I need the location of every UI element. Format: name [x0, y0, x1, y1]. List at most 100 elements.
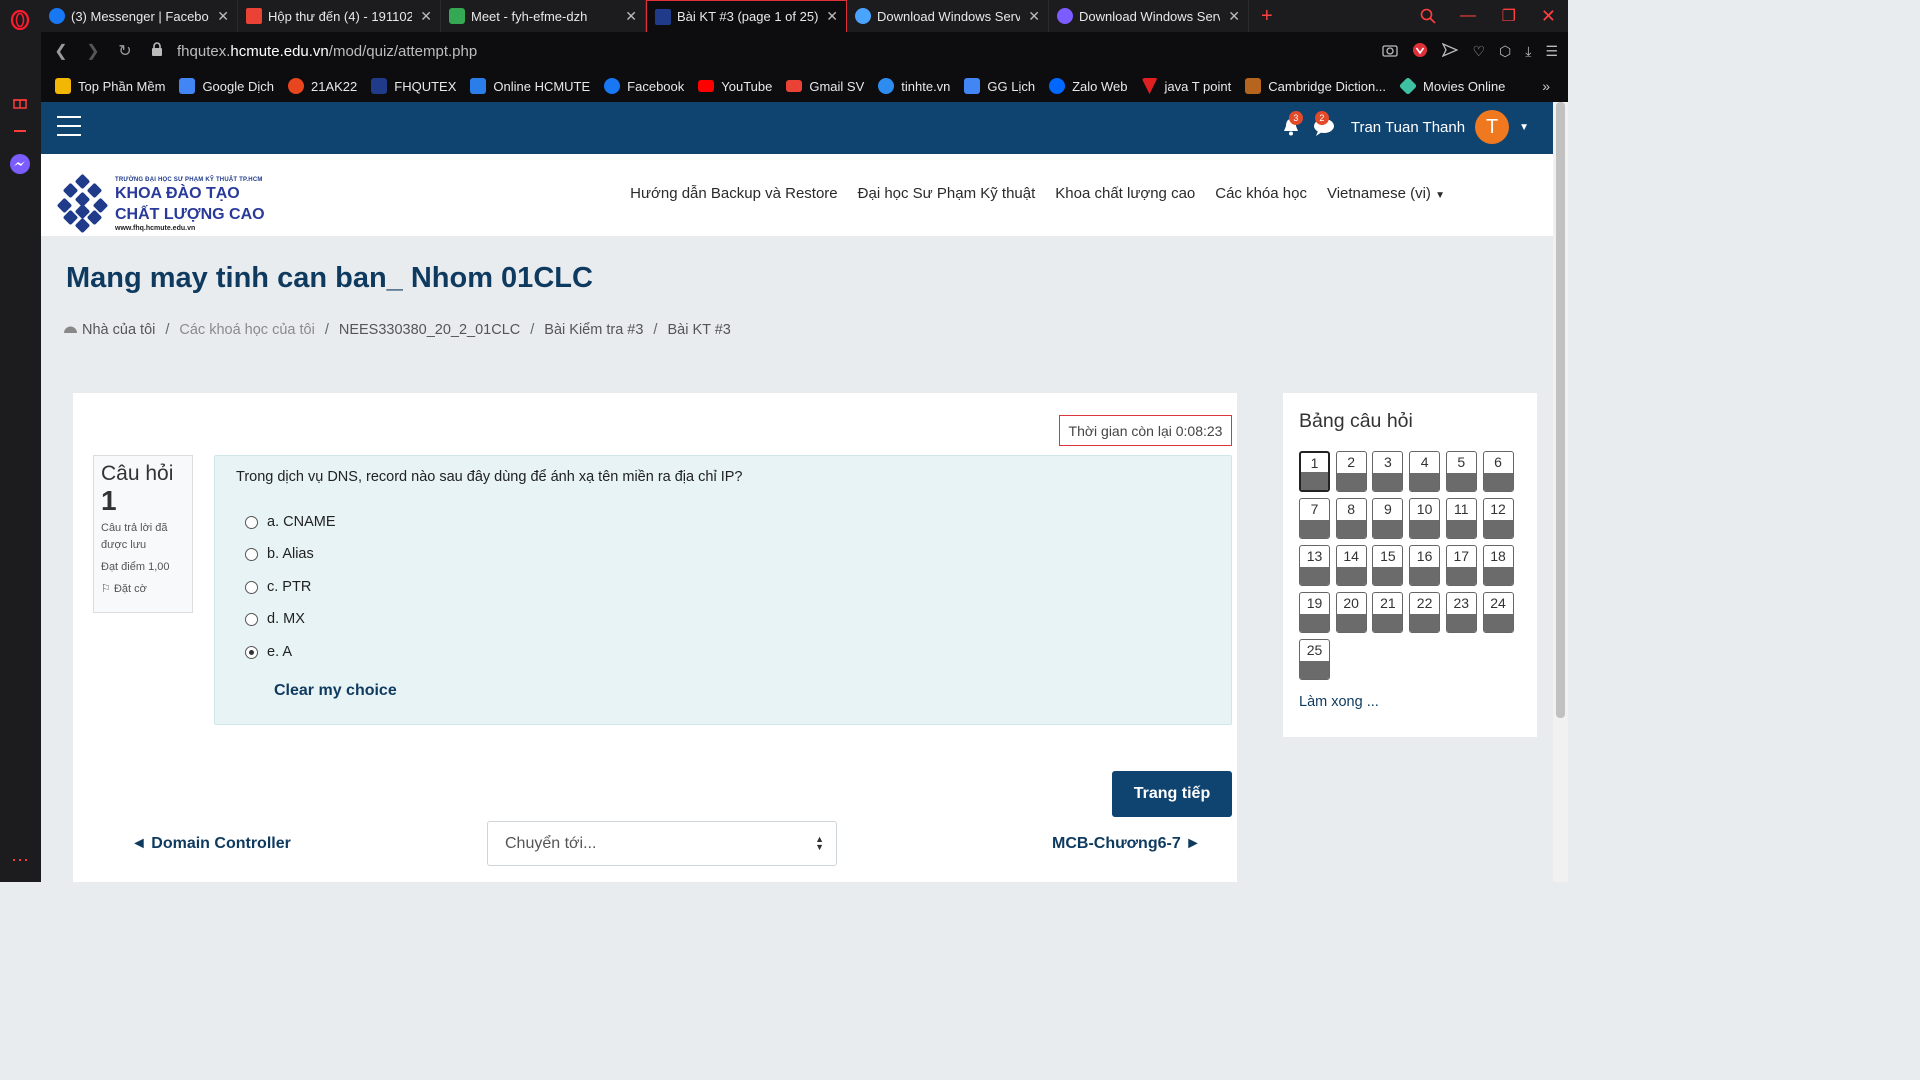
breadcrumb-home[interactable]: Nhà của tôi	[82, 322, 155, 338]
answer-option-b[interactable]: b. Alias	[245, 546, 314, 562]
send-icon[interactable]	[1442, 42, 1460, 60]
question-nav-button[interactable]: 14	[1335, 545, 1367, 586]
question-nav-button[interactable]: 1	[1299, 451, 1330, 492]
page-scrollbar[interactable]	[1553, 102, 1568, 882]
question-nav-button[interactable]: 24	[1482, 592, 1514, 633]
radio-button[interactable]	[245, 612, 258, 626]
question-nav-button[interactable]: 12	[1482, 498, 1514, 539]
question-nav-button[interactable]: 20	[1335, 592, 1367, 633]
question-nav-button[interactable]: 3	[1372, 451, 1404, 492]
bookmark-movies[interactable]: Movies Online	[1398, 76, 1505, 96]
messenger-icon[interactable]	[8, 152, 32, 176]
breadcrumb-my-courses[interactable]: Các khoá học của tôi	[179, 322, 314, 338]
close-icon[interactable]: ✕	[217, 8, 229, 25]
bookmark-gg-lich[interactable]: GG Lịch	[964, 78, 1035, 94]
bookmark-21ak22[interactable]: 21AK22	[287, 78, 357, 94]
scrollbar-thumb[interactable]	[1556, 102, 1565, 718]
forward-icon[interactable]: ❯	[77, 41, 109, 61]
gift-icon[interactable]	[8, 90, 32, 114]
tab-download-1[interactable]: Download Windows Server ✕	[847, 0, 1049, 32]
answer-option-d[interactable]: d. MX	[245, 611, 305, 627]
tab-download-2[interactable]: Download Windows Server ✕	[1049, 0, 1249, 32]
menu-backup-restore[interactable]: Hướng dẫn Backup và Restore	[630, 185, 838, 202]
site-logo[interactable]: TRƯỜNG ĐẠI HỌC SƯ PHẠM KỸ THUẬT TP.HCM K…	[56, 173, 265, 234]
menu-dai-hoc-spkt[interactable]: Đại học Sư Phạm Kỹ thuật	[858, 185, 1036, 202]
clear-choice-link[interactable]: Clear my choice	[274, 682, 397, 700]
breadcrumb-course[interactable]: NEES330380_20_2_01CLC	[339, 322, 520, 338]
back-icon[interactable]: ❮	[45, 41, 77, 61]
search-icon[interactable]	[1420, 0, 1436, 32]
radio-button[interactable]	[245, 547, 258, 561]
camera-icon[interactable]	[1382, 43, 1399, 60]
more-icon[interactable]: ⋯	[8, 848, 32, 872]
close-icon[interactable]: ✕	[420, 8, 432, 25]
question-nav-button[interactable]: 13	[1299, 545, 1330, 586]
question-nav-button[interactable]: 25	[1299, 639, 1330, 680]
box-icon[interactable]: ⬡	[1499, 43, 1511, 60]
answer-option-e[interactable]: e. A	[245, 644, 292, 660]
breadcrumb-quiz[interactable]: Bài KT #3	[667, 322, 730, 338]
tab-gmail[interactable]: Hộp thư đến (4) - 19110289 ✕	[238, 0, 441, 32]
question-nav-button[interactable]: 5	[1445, 451, 1477, 492]
language-menu[interactable]: Vietnamese (vi) ▼	[1327, 185, 1445, 202]
close-window-icon[interactable]: ✕	[1541, 0, 1556, 32]
radio-button[interactable]	[245, 580, 258, 594]
next-page-button[interactable]: Trang tiếp	[1112, 771, 1232, 817]
menu-toggle-icon[interactable]	[57, 116, 81, 136]
bookmark-fhqutex[interactable]: FHQUTEX	[371, 78, 456, 94]
heart-icon[interactable]: ♡	[1472, 43, 1485, 60]
breadcrumb-section[interactable]: Bài Kiểm tra #3	[544, 322, 643, 338]
close-icon[interactable]: ✕	[1228, 8, 1240, 25]
next-activity-link[interactable]: MCB-Chương6-7 ►	[1052, 835, 1201, 853]
answer-option-a[interactable]: a. CNAME	[245, 514, 336, 530]
opera-icon[interactable]	[8, 8, 32, 32]
bookmark-gmail-sv[interactable]: Gmail SV	[786, 79, 864, 94]
tab-quiz[interactable]: Bài KT #3 (page 1 of 25) ✕	[646, 0, 847, 32]
radio-button[interactable]	[245, 515, 258, 529]
answer-option-c[interactable]: c. PTR	[245, 579, 311, 595]
question-nav-button[interactable]: 8	[1335, 498, 1367, 539]
question-nav-button[interactable]: 6	[1482, 451, 1514, 492]
message-bubble-icon[interactable]: 2	[1313, 111, 1335, 137]
question-nav-button[interactable]: 11	[1445, 498, 1477, 539]
finish-attempt-link[interactable]: Làm xong ...	[1299, 694, 1379, 710]
question-nav-button[interactable]: 2	[1335, 451, 1367, 492]
more-bookmarks-icon[interactable]: »	[1542, 78, 1550, 94]
close-icon[interactable]: ✕	[826, 8, 838, 25]
question-nav-button[interactable]: 18	[1482, 545, 1514, 586]
question-nav-button[interactable]: 7	[1299, 498, 1330, 539]
menu-khoa-clc[interactable]: Khoa chất lượng cao	[1055, 185, 1195, 202]
vpn-shield-icon[interactable]	[1412, 42, 1428, 61]
jump-to-select[interactable]: Chuyển tới... ▲ ▼	[487, 821, 837, 866]
bookmark-youtube[interactable]: YouTube	[698, 79, 772, 94]
question-nav-button[interactable]: 15	[1372, 545, 1404, 586]
flag-question-button[interactable]: ⚐ Đặt cờ	[101, 581, 185, 598]
question-nav-button[interactable]: 4	[1409, 451, 1441, 492]
question-nav-button[interactable]: 22	[1409, 592, 1441, 633]
question-nav-button[interactable]: 16	[1409, 545, 1441, 586]
bookmark-online-hcmute[interactable]: Online HCMUTE	[470, 78, 590, 94]
bookmark-facebook[interactable]: Facebook	[604, 78, 684, 94]
radio-button-selected[interactable]	[245, 645, 258, 659]
notification-bell-icon[interactable]: 3	[1281, 111, 1303, 137]
url-input[interactable]: fhqutex.hcmute.edu.vn/mod/quiz/attempt.p…	[177, 43, 477, 60]
close-icon[interactable]: ✕	[625, 8, 637, 25]
bookmark-tinhte[interactable]: tinhte.vn	[878, 78, 950, 94]
bookmark-zalo[interactable]: Zalo Web	[1049, 78, 1128, 94]
question-nav-button[interactable]: 21	[1372, 592, 1404, 633]
question-nav-button[interactable]: 17	[1445, 545, 1477, 586]
question-nav-button[interactable]: 10	[1409, 498, 1441, 539]
question-nav-button[interactable]: 23	[1445, 592, 1477, 633]
menu-cac-khoa-hoc[interactable]: Các khóa học	[1215, 185, 1307, 202]
question-nav-button[interactable]: 9	[1372, 498, 1404, 539]
tab-messenger[interactable]: (3) Messenger | Facebook ✕	[41, 0, 238, 32]
question-nav-button[interactable]: 19	[1299, 592, 1330, 633]
user-menu[interactable]: 3 2 Tran Tuan Thanh T ▼	[1281, 110, 1529, 144]
new-tab-icon[interactable]: +	[1261, 5, 1273, 28]
minimize-icon[interactable]: —	[1460, 0, 1476, 32]
bookmark-google-dich[interactable]: Google Dịch	[179, 78, 274, 94]
bookmark-top-phan-mem[interactable]: Top Phần Mềm	[55, 78, 165, 94]
bookmark-javatpoint[interactable]: java T point	[1141, 78, 1231, 94]
bookmark-cambridge[interactable]: Cambridge Diction...	[1245, 78, 1386, 94]
download-icon[interactable]: ⤓	[1525, 43, 1531, 60]
